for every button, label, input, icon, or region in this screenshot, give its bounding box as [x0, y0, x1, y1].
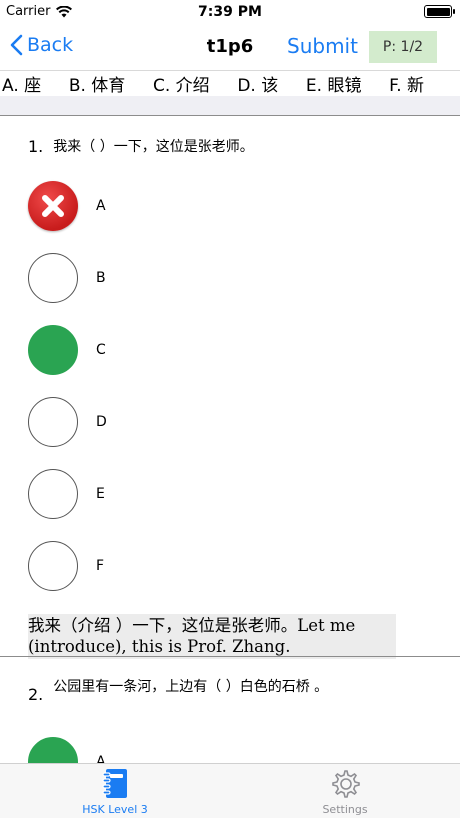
answer-option-a[interactable]: A — [28, 737, 106, 763]
battery-icon — [424, 5, 455, 18]
word-bank-item: B. 体育 — [68, 76, 126, 96]
tab-label: HSK Level 3 — [82, 803, 148, 816]
question-title: 2. 公园里有一条河，上边有（ ）白色的石桥 。 — [28, 677, 333, 704]
question-number: 1. — [28, 137, 44, 156]
question-title: 1. 我来（ ）一下，这位是张老师。 — [28, 137, 333, 157]
word-bank-item: E. 眼镜 — [305, 76, 362, 96]
word-bank-item: A. 座 — [2, 76, 42, 96]
question-list[interactable]: 1. 我来（ ）一下，这位是张老师。 A B C D E F 我来（介绍 ）一下… — [0, 117, 460, 763]
radio-empty-icon — [28, 397, 78, 447]
section-separator — [0, 96, 460, 116]
answer-option-a[interactable]: A — [28, 181, 106, 231]
option-label: D — [96, 414, 107, 430]
answer-explanation: 我来（介绍 ）一下，这位是张老师。Let me (introduce), thi… — [28, 614, 396, 659]
tab-settings[interactable]: Settings — [230, 768, 460, 816]
word-bank-item: D. 该 — [237, 76, 279, 96]
page-indicator: P: 1/2 — [369, 31, 437, 63]
status-time: 7:39 PM — [198, 4, 262, 20]
gear-icon — [332, 770, 360, 798]
option-label: A — [96, 754, 106, 763]
option-label: B — [96, 270, 106, 286]
wrong-answer-icon — [28, 181, 78, 231]
navigation-bar: Back t1p6 Submit P: 1/2 — [0, 24, 460, 70]
word-bank-item: C. 介绍 — [152, 76, 210, 96]
answer-option-e[interactable]: E — [28, 469, 105, 519]
option-label: A — [96, 198, 106, 214]
correct-answer-icon — [28, 737, 78, 763]
answer-option-c[interactable]: C — [28, 325, 106, 375]
answer-option-d[interactable]: D — [28, 397, 107, 447]
word-bank: A. 座 B. 体育 C. 介绍 D. 该 E. 眼镜 F. 新 — [0, 70, 460, 96]
option-label: C — [96, 342, 106, 358]
answer-option-f[interactable]: F — [28, 541, 104, 591]
radio-empty-icon — [28, 253, 78, 303]
question-text: 我来（ ）一下，这位是张老师。 — [53, 139, 254, 155]
radio-empty-icon — [28, 541, 78, 591]
radio-empty-icon — [28, 469, 78, 519]
option-label: F — [96, 558, 105, 574]
question-divider — [0, 656, 460, 657]
notebook-icon — [102, 769, 127, 798]
option-label: E — [96, 486, 105, 502]
word-bank-item: F. 新 — [389, 76, 424, 96]
tab-bar: HSK Level 3 Settings — [0, 763, 460, 818]
correct-answer-icon — [28, 325, 78, 375]
answer-option-b[interactable]: B — [28, 253, 106, 303]
tab-label: Settings — [322, 803, 368, 816]
submit-button[interactable]: Submit — [287, 34, 358, 58]
question-text: 公园里有一条河，上边有（ ）白色的石桥 。 — [53, 679, 329, 695]
status-bar: Carrier 7:39 PM — [0, 0, 460, 24]
question-number: 2. — [28, 685, 44, 704]
tab-hsk-level-3[interactable]: HSK Level 3 — [0, 768, 230, 816]
